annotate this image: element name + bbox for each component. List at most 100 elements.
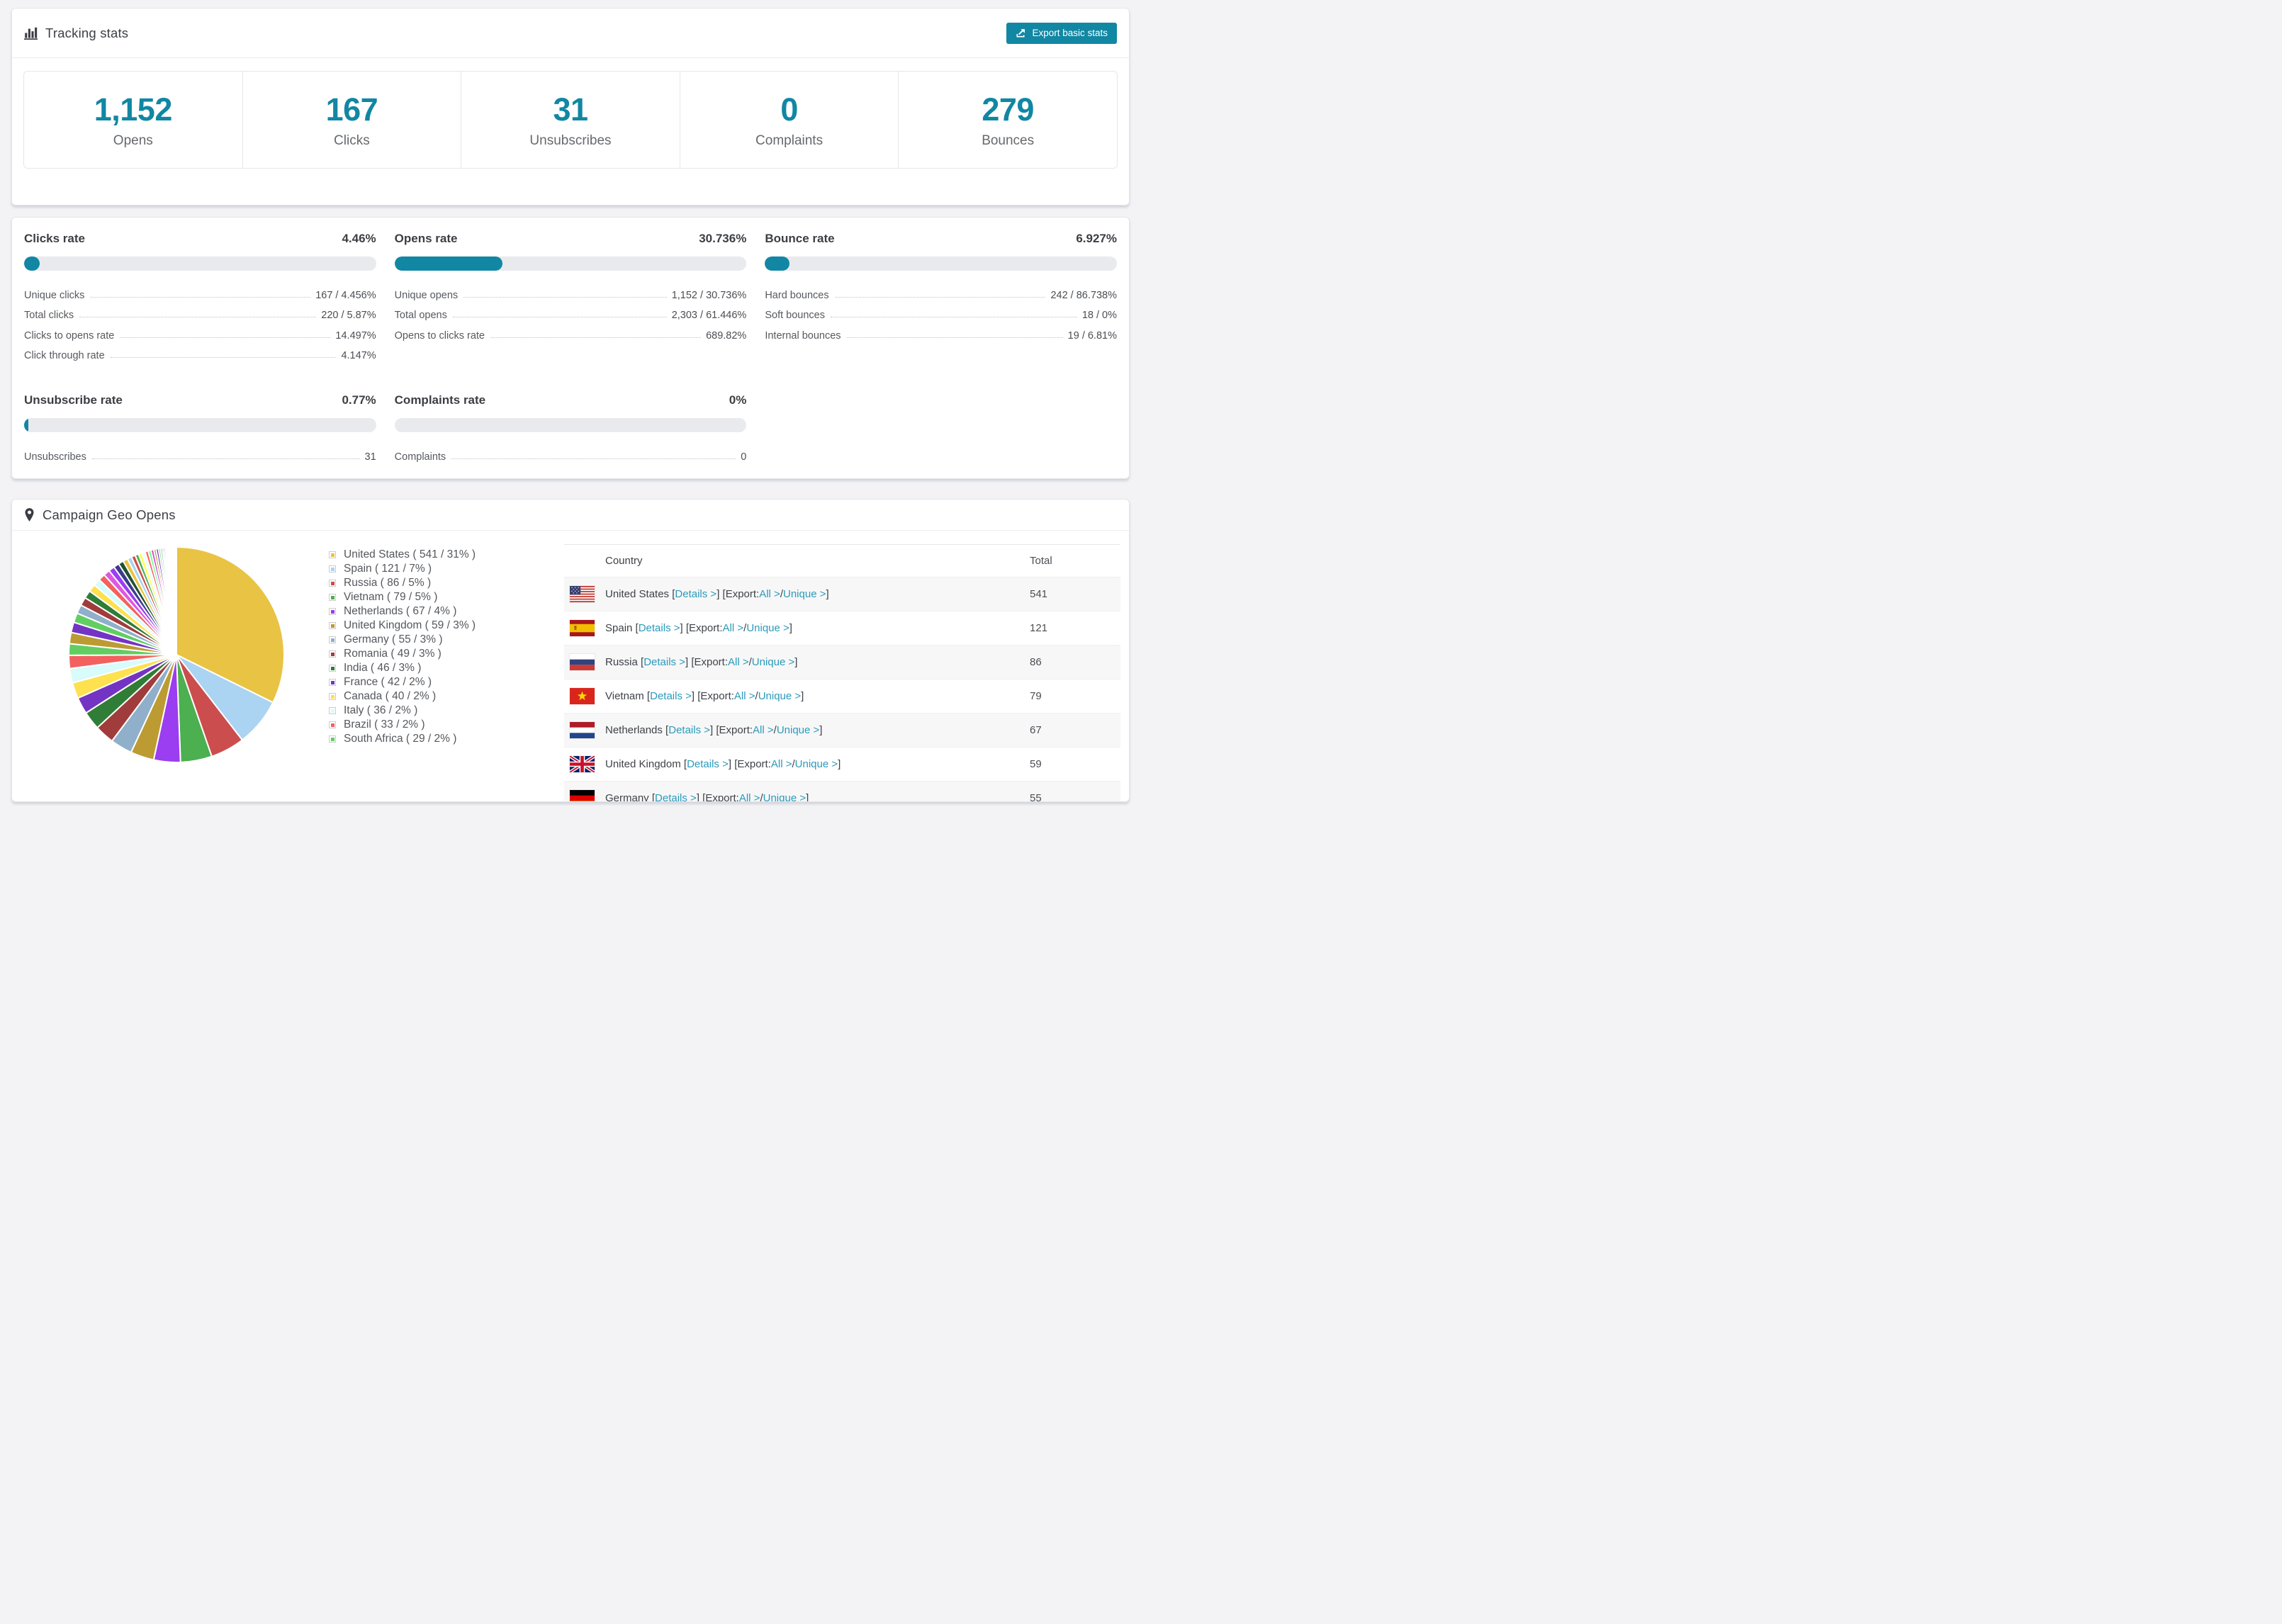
country-cell: United Kingdom [Details >] [Export: All … bbox=[605, 758, 841, 770]
us-flag-icon bbox=[570, 586, 595, 602]
stat-cell: 279 Bounces bbox=[899, 72, 1117, 168]
legend-label: Russia ( 86 / 5% ) bbox=[344, 577, 432, 589]
country-column-header: Country bbox=[605, 555, 643, 567]
export-unique-link[interactable]: Unique > bbox=[783, 588, 826, 600]
legend-swatch bbox=[329, 650, 336, 658]
export-button-label: Export basic stats bbox=[1032, 28, 1108, 38]
rate-detail-label: Unique clicks bbox=[24, 289, 85, 301]
rate-panel: Opens rate 30.736% Unique opens 1,152 / … bbox=[394, 232, 747, 363]
legend-swatch bbox=[329, 679, 336, 686]
rate-detail-row: Unique clicks 167 / 4.456% bbox=[24, 283, 376, 303]
rate-detail-row: Hard bounces 242 / 86.738% bbox=[765, 283, 1117, 303]
export-basic-stats-button[interactable]: Export basic stats bbox=[1006, 22, 1117, 44]
rate-detail-label: Hard bounces bbox=[765, 289, 829, 301]
vn-flag-icon bbox=[570, 688, 595, 704]
geo-legend: United States ( 541 / 31% ) Spain ( 121 … bbox=[329, 548, 564, 746]
total-cell: 67 bbox=[1030, 724, 1042, 736]
geo-table-row: Germany [Details >] [Export: All > / Uni… bbox=[564, 781, 1120, 801]
legend-swatch bbox=[329, 580, 336, 587]
details-link[interactable]: Details > bbox=[639, 622, 680, 634]
legend-swatch bbox=[329, 551, 336, 558]
legend-item: Canada ( 40 / 2% ) bbox=[329, 689, 564, 704]
legend-label: Netherlands ( 67 / 4% ) bbox=[344, 605, 457, 617]
legend-item: Spain ( 121 / 7% ) bbox=[329, 562, 564, 576]
rate-value: 0% bbox=[729, 393, 747, 407]
rate-title: Clicks rate bbox=[24, 232, 85, 245]
details-link[interactable]: Details > bbox=[650, 690, 692, 702]
map-pin-icon bbox=[24, 508, 35, 521]
rate-title: Complaints rate bbox=[394, 393, 486, 407]
export-all-link[interactable]: All > bbox=[734, 690, 755, 702]
details-link[interactable]: Details > bbox=[668, 724, 710, 736]
details-link[interactable]: Details > bbox=[655, 792, 697, 801]
rate-title: Opens rate bbox=[394, 232, 458, 245]
export-unique-link[interactable]: Unique > bbox=[746, 622, 789, 634]
bar-chart-icon bbox=[24, 26, 38, 40]
rate-progress-bar bbox=[24, 418, 376, 432]
rate-detail-label: Opens to clicks rate bbox=[394, 329, 485, 342]
stat-value: 31 bbox=[553, 91, 588, 128]
rate-detail-label: Soft bounces bbox=[765, 310, 825, 321]
geo-table-row: Spain [Details >] [Export: All > / Uniqu… bbox=[564, 611, 1120, 645]
page: Tracking stats Export basic stats 1,152 … bbox=[0, 0, 1141, 812]
dotted-leader bbox=[120, 337, 331, 338]
legend-label: United Kingdom ( 59 / 3% ) bbox=[344, 619, 476, 631]
export-all-link[interactable]: All > bbox=[739, 792, 760, 801]
details-link[interactable]: Details > bbox=[687, 758, 729, 770]
dotted-leader bbox=[834, 296, 1046, 298]
legend-label: India ( 46 / 3% ) bbox=[344, 662, 422, 674]
rates-grid: Clicks rate 4.46% Unique clicks 167 / 4.… bbox=[24, 232, 1117, 465]
country-cell: United States [Details >] [Export: All >… bbox=[605, 588, 829, 600]
legend-item: Germany ( 55 / 3% ) bbox=[329, 633, 564, 647]
legend-label: Brazil ( 33 / 2% ) bbox=[344, 718, 425, 731]
geo-pie-chart bbox=[24, 543, 329, 767]
legend-label: Vietnam ( 79 / 5% ) bbox=[344, 591, 438, 603]
rate-progress-bar bbox=[24, 256, 376, 271]
export-all-link[interactable]: All > bbox=[759, 588, 780, 600]
geo-table-row: Vietnam [Details >] [Export: All > / Uni… bbox=[564, 679, 1120, 713]
stat-label: Complaints bbox=[755, 132, 824, 148]
export-all-link[interactable]: All > bbox=[753, 724, 774, 736]
legend-item: Romania ( 49 / 3% ) bbox=[329, 647, 564, 661]
country-cell: Vietnam [Details >] [Export: All > / Uni… bbox=[605, 690, 804, 702]
rate-value: 4.46% bbox=[342, 232, 376, 245]
rate-panel: Bounce rate 6.927% Hard bounces 242 / 86… bbox=[765, 232, 1117, 363]
legend-swatch bbox=[329, 693, 336, 700]
export-all-link[interactable]: All > bbox=[723, 622, 744, 634]
rate-detail-value: 1,152 / 30.736% bbox=[671, 289, 747, 301]
rate-detail-value: 19 / 6.81% bbox=[1067, 329, 1117, 342]
export-unique-link[interactable]: Unique > bbox=[752, 656, 794, 668]
rate-detail-label: Click through rate bbox=[24, 350, 105, 361]
rate-detail-row: Total clicks 220 / 5.87% bbox=[24, 303, 376, 324]
rate-detail-row: Unsubscribes 31 bbox=[24, 444, 376, 465]
rates-card: Clicks rate 4.46% Unique clicks 167 / 4.… bbox=[11, 217, 1130, 479]
rate-detail-value: 242 / 86.738% bbox=[1050, 289, 1117, 301]
export-unique-link[interactable]: Unique > bbox=[763, 792, 806, 801]
legend-label: Spain ( 121 / 7% ) bbox=[344, 563, 432, 575]
export-unique-link[interactable]: Unique > bbox=[795, 758, 838, 770]
legend-item: France ( 42 / 2% ) bbox=[329, 675, 564, 689]
export-all-link[interactable]: All > bbox=[728, 656, 749, 668]
export-all-link[interactable]: All > bbox=[771, 758, 792, 770]
total-column-header: Total bbox=[1030, 555, 1052, 567]
geo-title: Campaign Geo Opens bbox=[43, 507, 176, 522]
legend-label: Canada ( 40 / 2% ) bbox=[344, 690, 437, 702]
details-link[interactable]: Details > bbox=[643, 656, 685, 668]
geo-content: United States ( 541 / 31% ) Spain ( 121 … bbox=[12, 531, 1129, 801]
legend-swatch bbox=[329, 721, 336, 728]
country-cell: Netherlands [Details >] [Export: All > /… bbox=[605, 724, 823, 736]
stat-label: Opens bbox=[113, 132, 153, 148]
rate-progress-bar bbox=[394, 256, 747, 271]
rate-detail-value: 31 bbox=[364, 451, 376, 463]
details-link[interactable]: Details > bbox=[675, 588, 716, 600]
rate-detail-row: Total opens 2,303 / 61.446% bbox=[395, 303, 747, 324]
legend-label: Romania ( 49 / 3% ) bbox=[344, 648, 442, 660]
export-unique-link[interactable]: Unique > bbox=[758, 690, 801, 702]
export-unique-link[interactable]: Unique > bbox=[777, 724, 819, 736]
rate-panel: Complaints rate 0% Complaints 0 bbox=[394, 393, 747, 465]
rate-detail-value: 4.147% bbox=[341, 350, 376, 361]
legend-swatch bbox=[329, 622, 336, 629]
legend-label: Germany ( 55 / 3% ) bbox=[344, 633, 443, 645]
dotted-leader bbox=[91, 458, 360, 459]
legend-item: South Africa ( 29 / 2% ) bbox=[329, 732, 564, 746]
